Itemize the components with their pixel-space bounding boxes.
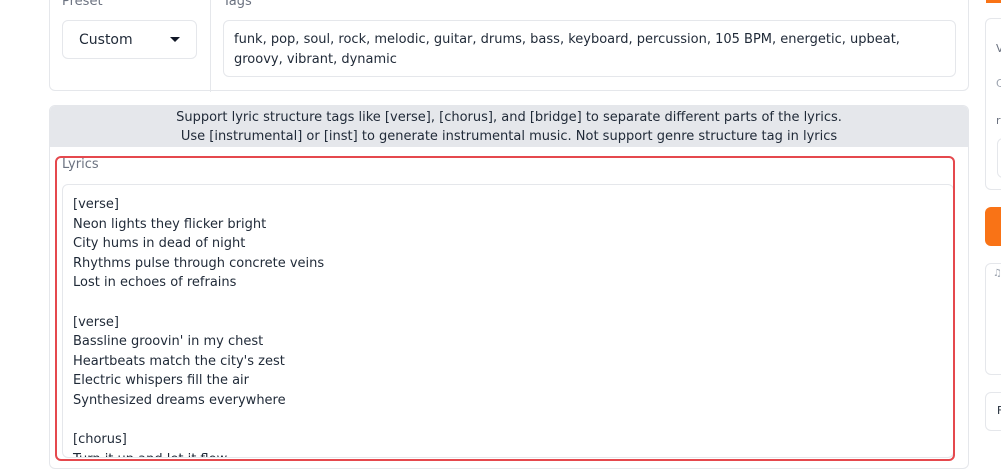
lyric-line: [chorus] bbox=[73, 432, 127, 448]
sidebar-letter-c: C bbox=[996, 77, 1001, 90]
audio-output-card bbox=[985, 263, 1001, 375]
lyric-line: Neon lights they flicker bright bbox=[73, 216, 267, 232]
generate-button[interactable] bbox=[985, 207, 1001, 246]
sidebar-letter-f: F bbox=[997, 404, 1001, 417]
music-icon: ♫ bbox=[993, 268, 1001, 279]
lyric-line: Turn it up and let it flow bbox=[73, 450, 943, 457]
sidebar-letter-r: r bbox=[996, 114, 1001, 127]
lyric-line bbox=[73, 411, 943, 431]
sidebar-input[interactable] bbox=[997, 138, 1001, 178]
preset-label: Preset bbox=[62, 0, 103, 9]
sidebar-letter-v: V bbox=[996, 42, 1001, 55]
info-line-2: Use [instrumental] or [inst] to generate… bbox=[180, 129, 838, 144]
lyric-line: Heartbeats match the city's zest bbox=[73, 353, 285, 369]
lyric-line: Rhythms pulse through concrete veins bbox=[73, 255, 325, 271]
lyrics-label: Lyrics bbox=[62, 157, 99, 172]
info-line-1: Support lyric structure tags like [verse… bbox=[176, 110, 842, 125]
lyric-line: Lost in echoes of refrains bbox=[73, 275, 237, 291]
lyrics-info-banner: Support lyric structure tags like [verse… bbox=[50, 106, 968, 147]
lyric-line: [verse] bbox=[73, 314, 119, 330]
sidebar-accent-bar bbox=[986, 0, 1001, 3]
chevron-down-icon bbox=[170, 37, 180, 42]
lyric-line: Synthesized dreams everywhere bbox=[73, 392, 286, 408]
tags-input[interactable]: funk, pop, soul, rock, melodic, guitar, … bbox=[223, 20, 956, 77]
lyric-line: City hums in dead of night bbox=[73, 236, 246, 252]
panel-divider bbox=[210, 0, 211, 92]
lyric-line bbox=[73, 293, 943, 313]
lyric-line: Bassline groovin' in my chest bbox=[73, 334, 264, 350]
tags-label: Tags bbox=[223, 0, 252, 9]
lyric-line: [verse] bbox=[73, 197, 119, 212]
lyrics-textarea[interactable]: [verse] Neon lights they flicker bright … bbox=[62, 184, 954, 458]
preset-value: Custom bbox=[79, 31, 133, 48]
lyric-line: Electric whispers fill the air bbox=[73, 373, 249, 389]
preset-dropdown[interactable]: Custom bbox=[62, 20, 197, 59]
